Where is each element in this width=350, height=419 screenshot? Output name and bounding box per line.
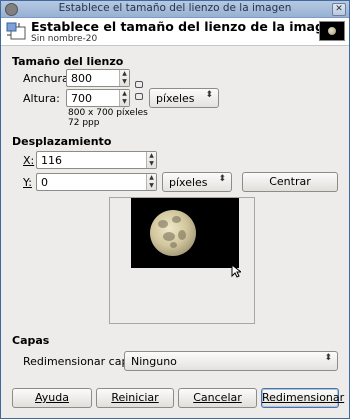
title-bar: Establece el tamaño del lienzo de la ima… (1, 1, 349, 18)
resize-button[interactable]: Redimensionar (261, 388, 344, 408)
offset-x-label: X: (23, 154, 35, 167)
offset-y-decrease[interactable]: ▼ (147, 182, 156, 190)
layers-section-label: Capas (12, 334, 50, 347)
cancel-button[interactable]: Cancelar (178, 388, 257, 408)
resolution-info: 72 ppp (68, 118, 100, 128)
offset-x-value: 116 (41, 154, 62, 167)
resize-button-label: Redimensionar (262, 391, 345, 404)
image-thumbnail (319, 21, 345, 41)
width-decrease[interactable]: ▼ (120, 78, 129, 86)
chevron-updown-icon: ⬍ (205, 90, 213, 100)
height-spinbutton[interactable]: 700 ▲ ▼ (66, 89, 130, 107)
canvas-preview[interactable] (109, 197, 255, 324)
height-decrease[interactable]: ▼ (120, 98, 129, 106)
canvas-unit-value: píxeles (156, 92, 195, 105)
offset-y-value: 0 (41, 176, 48, 189)
dialog-header: Establece el tamaño del lienzo de la ima… (1, 18, 349, 46)
canvas-size-section-label: Tamaño del lienzo (12, 55, 124, 68)
preview-image (131, 198, 241, 278)
offset-y-spinbutton[interactable]: 0 ▲ ▼ (36, 173, 157, 191)
height-label: Altura: (23, 92, 60, 105)
moon-image (150, 210, 196, 256)
canvas-size-dialog: Establece el tamaño del lienzo de la ima… (0, 0, 350, 419)
canvas-unit-select[interactable]: píxeles ⬍ (149, 88, 219, 108)
resize-layers-value: Ninguno (131, 355, 177, 368)
height-increase[interactable]: ▲ (120, 90, 129, 98)
offset-x-spinbutton[interactable]: 116 ▲ ▼ (36, 151, 157, 169)
dialog-title: Establece el tamaño del lienzo de la ima… (31, 19, 342, 34)
width-value: 800 (71, 72, 92, 85)
reset-button[interactable]: Reiniciar (96, 388, 174, 408)
window-title: Establece el tamaño del lienzo de la ima… (58, 2, 292, 14)
offset-section-label: Desplazamiento (12, 135, 112, 148)
offset-unit-value: píxeles (169, 176, 208, 189)
size-info: 800 x 700 píxeles (68, 108, 148, 118)
resize-layers-select[interactable]: Ninguno ⬍ (124, 351, 338, 371)
offset-y-label: Y: (23, 176, 32, 189)
move-cursor-icon (231, 264, 241, 278)
height-value: 700 (71, 92, 92, 105)
offset-x-increase[interactable]: ▲ (147, 152, 156, 160)
offset-unit-select[interactable]: píxeles ⬍ (162, 172, 232, 192)
canvas-size-icon (6, 22, 26, 40)
offset-y-increase[interactable]: ▲ (147, 174, 156, 182)
cancel-button-label: Cancelar (193, 391, 242, 404)
chevron-updown-icon: ⬍ (324, 353, 332, 363)
close-button[interactable]: ✕ (332, 3, 346, 16)
offset-x-decrease[interactable]: ▼ (147, 160, 156, 168)
help-button[interactable]: Ayuda (12, 388, 92, 408)
width-increase[interactable]: ▲ (120, 70, 129, 78)
chevron-updown-icon: ⬍ (218, 174, 226, 184)
image-name: Sin nombre-20 (31, 34, 98, 44)
center-button[interactable]: Centrar (242, 172, 338, 192)
reset-button-label: Reiniciar (111, 391, 159, 404)
help-button-label: Ayuda (35, 391, 69, 404)
width-spinbutton[interactable]: 800 ▲ ▼ (66, 69, 130, 87)
